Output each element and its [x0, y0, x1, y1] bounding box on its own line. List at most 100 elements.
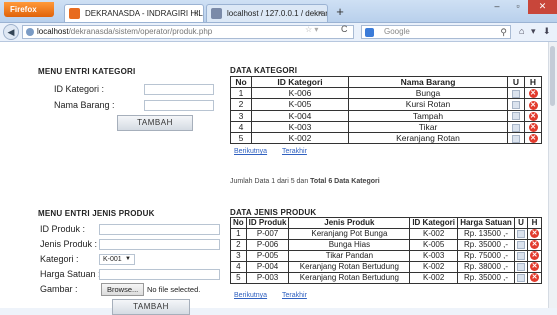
table-cell: K-005 [251, 98, 349, 111]
edit-icon[interactable] [512, 112, 520, 121]
home-icon[interactable]: ⌂ [519, 26, 524, 36]
table-cell: K-002 [409, 228, 458, 240]
delete-cell: ✕ [527, 272, 542, 284]
column-header: ID Kategori [409, 217, 458, 229]
favicon-icon [211, 8, 222, 19]
table-row: 4 K-003 Tikar ✕ [230, 120, 542, 134]
minimize-button[interactable]: – [486, 0, 508, 14]
kategori-label: Kategori : [40, 254, 79, 264]
delete-icon[interactable]: ✕ [530, 262, 539, 272]
page-content: MENU ENTRI KATEGORI ID Kategori : Nama B… [0, 42, 557, 315]
table-cell: K-005 [409, 239, 458, 251]
edit-cell [507, 131, 525, 145]
maximize-button[interactable]: ▫ [508, 0, 528, 14]
search-engine-label: Google [384, 27, 410, 36]
delete-icon[interactable]: ✕ [528, 100, 538, 109]
reload-icon[interactable]: C [341, 24, 348, 34]
search-input[interactable]: Google ⚲ [361, 25, 511, 39]
url-path: /dekranasda/sistem/operator/produk.php [68, 27, 213, 36]
delete-cell: ✕ [527, 261, 542, 273]
table-cell: Bunga [348, 86, 508, 100]
bookmark-star-icon[interactable]: ☆ ▾ [305, 25, 318, 34]
table-cell: 4 [230, 261, 247, 273]
kategori-next-link[interactable]: Berikutnya [234, 148, 267, 155]
edit-cell [514, 272, 528, 284]
page-scrollbar[interactable] [548, 42, 557, 308]
tab-dekranasda[interactable]: DEKRANASDA - INDRAGIRI HILIR × [64, 4, 204, 22]
delete-icon[interactable]: ✕ [530, 251, 539, 261]
jenis-produk-input[interactable] [99, 239, 220, 250]
tambah-produk-button[interactable]: TAMBAH [112, 299, 190, 315]
kategori-table-heading: DATA KATEGORI [230, 66, 298, 75]
kategori-last-link[interactable]: Terakhir [282, 148, 307, 155]
id-produk-input[interactable] [99, 224, 220, 235]
tab-phpmyadmin[interactable]: localhost / 127.0.0.1 / dekranasda / tb.… [206, 4, 328, 22]
tab-close-icon[interactable]: × [318, 5, 323, 22]
table-row: 5 K-002 Keranjang Rotan ✕ [230, 131, 542, 145]
produk-table-heading: DATA JENIS PRODUK [230, 208, 317, 217]
delete-icon[interactable]: ✕ [528, 111, 538, 121]
table-cell: Keranjang Rotan Bertudung [288, 272, 411, 284]
delete-icon[interactable]: ✕ [528, 134, 538, 143]
tab-close-icon[interactable]: × [194, 5, 199, 22]
edit-icon[interactable] [517, 262, 525, 271]
produk-next-link[interactable]: Berikutnya [234, 292, 267, 299]
edit-icon[interactable] [512, 123, 520, 132]
delete-icon[interactable]: ✕ [530, 240, 539, 250]
browse-button[interactable]: Browse... [101, 283, 145, 296]
table-cell: Keranjang Rotan [348, 131, 508, 145]
produk-last-link[interactable]: Terakhir [282, 292, 307, 299]
table-row: 3 K-004 Tampah ✕ [230, 109, 542, 122]
table-cell: 3 [230, 109, 252, 122]
edit-cell [514, 261, 528, 273]
edit-icon[interactable] [512, 134, 520, 143]
chevron-down-icon: ▼ [125, 256, 131, 262]
delete-icon[interactable]: ✕ [528, 123, 538, 132]
delete-icon[interactable]: ✕ [528, 89, 538, 98]
edit-cell [507, 98, 525, 111]
bookmarks-menu-icon[interactable]: ▾ [531, 26, 536, 37]
edit-icon[interactable] [517, 240, 525, 249]
id-produk-label: ID Produk : [40, 224, 86, 234]
table-cell: Rp. 75000 ,- [457, 250, 515, 262]
edit-cell [514, 250, 528, 262]
table-cell: 4 [230, 120, 252, 134]
edit-cell [514, 239, 528, 251]
scrollbar-thumb[interactable] [550, 46, 555, 106]
edit-icon[interactable] [517, 273, 525, 282]
kategori-select[interactable]: K-001 ▼ [99, 254, 135, 265]
table-cell: P-006 [245, 239, 290, 251]
close-window-button[interactable]: ✕ [528, 0, 557, 14]
edit-icon[interactable] [517, 229, 525, 238]
back-button[interactable]: ◀ [3, 24, 19, 40]
nama-barang-input[interactable] [144, 100, 214, 111]
table-cell: Keranjang Rotan Bertudung [288, 261, 411, 273]
harga-satuan-input[interactable] [99, 269, 220, 280]
table-cell: K-006 [251, 86, 349, 100]
site-identity-icon [26, 28, 34, 36]
edit-icon[interactable] [512, 89, 520, 98]
tab-title: localhost / 127.0.0.1 / dekranasda / tb.… [227, 9, 327, 18]
tambah-kategori-button[interactable]: TAMBAH [117, 115, 193, 131]
edit-cell [507, 120, 525, 134]
produk-form-heading: MENU ENTRI JENIS PRODUK [38, 209, 155, 218]
table-row: 2 K-005 Kursi Rotan ✕ [230, 98, 542, 111]
table-cell: Bunga Hias [288, 239, 411, 251]
edit-icon[interactable] [517, 251, 525, 260]
table-cell: 2 [230, 98, 252, 111]
delete-icon[interactable]: ✕ [530, 229, 539, 239]
table-cell: Tikar [348, 120, 508, 134]
downloads-icon[interactable]: ⬇ [543, 26, 551, 37]
table-cell: K-004 [251, 109, 349, 122]
column-header: H [524, 76, 542, 88]
column-header: U [507, 76, 525, 88]
edit-icon[interactable] [512, 101, 520, 109]
column-header: Jenis Produk [288, 217, 411, 229]
id-kategori-input[interactable] [144, 84, 214, 95]
magnifier-icon[interactable]: ⚲ [500, 26, 507, 38]
kategori-select-value: K-001 [103, 256, 122, 263]
firefox-menu-button[interactable]: Firefox [4, 2, 54, 17]
new-tab-button[interactable]: + [332, 4, 348, 20]
table-cell: K-002 [409, 272, 458, 284]
delete-icon[interactable]: ✕ [530, 273, 539, 283]
